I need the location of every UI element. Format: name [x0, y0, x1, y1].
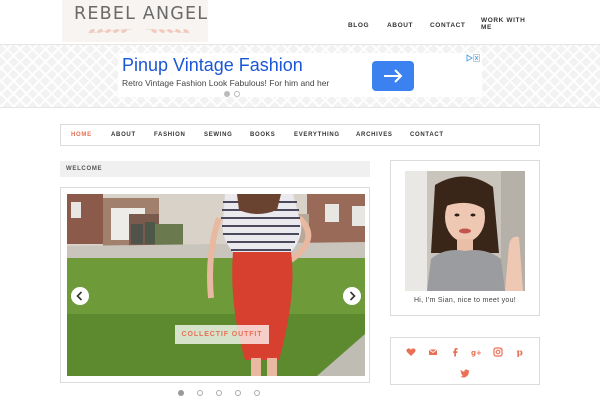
nav-everything[interactable]: EVERYTHING: [294, 132, 340, 139]
nav-books[interactable]: BOOKS: [250, 132, 276, 139]
svg-text:g+: g+: [471, 349, 481, 357]
nav-home[interactable]: HOME: [71, 132, 92, 139]
ad-open-button[interactable]: [372, 61, 414, 91]
chevron-right-icon: [349, 291, 356, 301]
slide-photo-scene: [67, 194, 365, 376]
ad-unit[interactable]: Pinup Vintage Fashion Retro Vintage Fash…: [118, 53, 482, 97]
about-me-widget: Hi, I'm Sian, nice to meet you!: [390, 160, 540, 316]
nav-fashion[interactable]: FASHION: [154, 132, 186, 139]
arrow-right-icon: [384, 69, 403, 83]
adchoices-icon[interactable]: [466, 54, 480, 62]
welcome-heading-bar: WELCOME: [60, 161, 370, 177]
top-nav-work-with-me[interactable]: WORK WITH: [481, 17, 525, 24]
top-nav-work-with-me-line2[interactable]: ME: [481, 24, 492, 31]
logo-text: REBEL ANGEL: [74, 4, 209, 24]
ad-dot[interactable]: [234, 91, 240, 97]
slider-dot[interactable]: [216, 390, 222, 396]
ad-description: Retro Vintage Fashion Look Fabulous! For…: [122, 78, 330, 88]
slider-dot[interactable]: [197, 390, 203, 396]
main-nav: HOME ABOUT FASHION SEWING BOOKS EVERYTHI…: [60, 124, 540, 146]
instagram-icon[interactable]: [493, 347, 503, 357]
google-plus-icon[interactable]: g+: [471, 347, 481, 357]
top-nav-blog[interactable]: BLOG: [348, 22, 369, 29]
slide-photo[interactable]: COLLECTIF OUTFIT: [67, 194, 365, 376]
featured-slider: COLLECTIF OUTFIT: [60, 187, 370, 383]
svg-text:p: p: [517, 349, 523, 358]
chevron-left-icon: [76, 291, 83, 301]
welcome-heading: WELCOME: [66, 166, 103, 172]
slider-dot-active[interactable]: [178, 390, 184, 396]
top-nav-contact[interactable]: CONTACT: [430, 22, 466, 29]
laurel-ornament-icon: [87, 28, 191, 34]
nav-contact[interactable]: CONTACT: [410, 132, 444, 139]
ad-banner-area: Pinup Vintage Fashion Retro Vintage Fash…: [0, 44, 600, 108]
slider-dot[interactable]: [235, 390, 241, 396]
site-logo[interactable]: REBEL ANGEL: [62, 0, 208, 42]
top-nav-about[interactable]: ABOUT: [387, 22, 413, 29]
profile-photo[interactable]: [405, 171, 525, 291]
facebook-icon[interactable]: [450, 347, 460, 357]
slide-caption-text: COLLECTIF OUTFIT: [181, 331, 263, 338]
slider-next-button[interactable]: [343, 287, 361, 305]
social-links-widget: g+ p: [390, 337, 540, 385]
site-header: REBEL ANGEL BLOG ABOUT CONTACT WORK WITH…: [0, 0, 600, 44]
nav-about[interactable]: ABOUT: [111, 132, 136, 139]
email-icon[interactable]: [428, 347, 438, 357]
profile-caption: Hi, I'm Sian, nice to meet you!: [413, 297, 517, 304]
heart-icon[interactable]: [406, 347, 416, 357]
slider-prev-button[interactable]: [71, 287, 89, 305]
nav-archives[interactable]: ARCHIVES: [356, 132, 393, 139]
profile-photo-image: [405, 171, 525, 291]
ad-dot-active[interactable]: [224, 91, 230, 97]
twitter-icon[interactable]: [460, 368, 470, 378]
slider-dot[interactable]: [254, 390, 260, 396]
ad-title[interactable]: Pinup Vintage Fashion: [122, 55, 303, 76]
pinterest-icon[interactable]: p: [515, 347, 525, 358]
slide-caption[interactable]: COLLECTIF OUTFIT: [175, 325, 269, 344]
nav-sewing[interactable]: SEWING: [204, 132, 233, 139]
